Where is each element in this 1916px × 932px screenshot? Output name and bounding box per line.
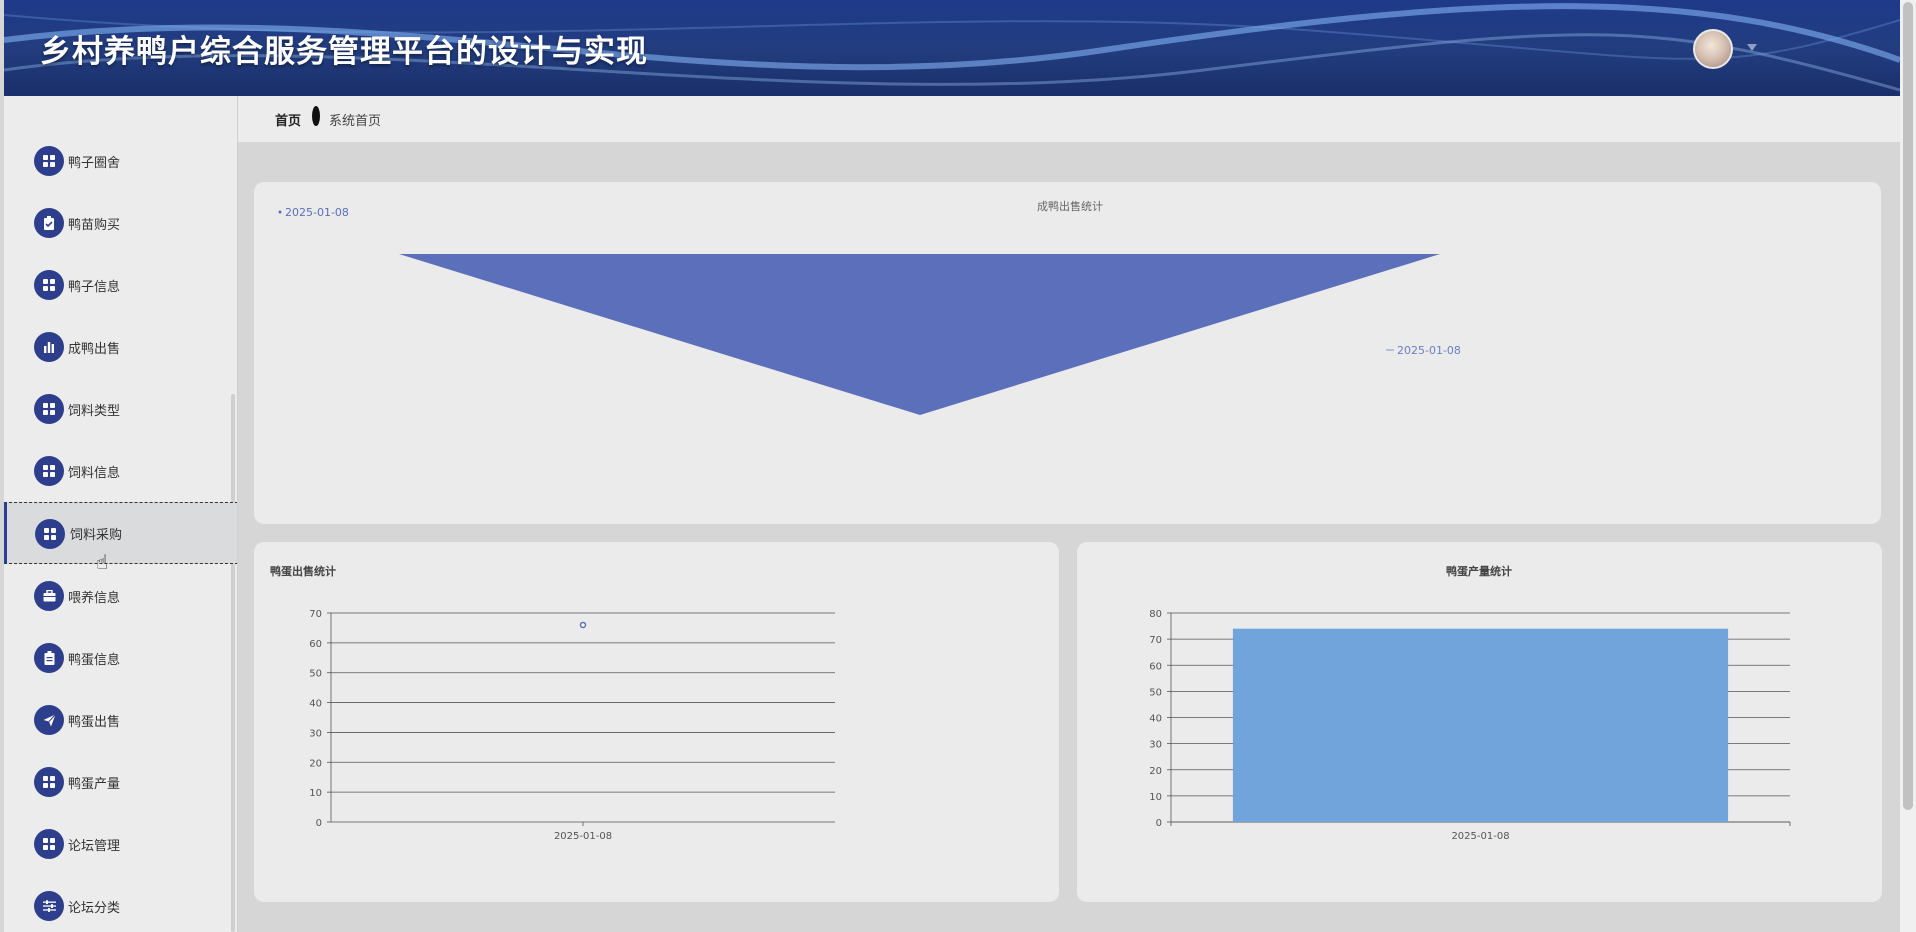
y-tick-label: 40 bbox=[1149, 714, 1162, 725]
y-tick-label: 70 bbox=[309, 609, 322, 620]
user-avatar[interactable] bbox=[1693, 29, 1733, 69]
grid-icon bbox=[34, 829, 64, 859]
sidebar-item-duck-info[interactable]: 鸭子信息 bbox=[4, 254, 237, 316]
grid-icon bbox=[34, 146, 64, 176]
grid-icon bbox=[35, 519, 65, 549]
grid-icon bbox=[34, 394, 64, 424]
breadcrumb-home[interactable]: 首页 bbox=[275, 110, 301, 129]
sidebar-item-forum-management[interactable]: 论坛管理 bbox=[4, 813, 237, 875]
y-tick-label: 30 bbox=[1149, 740, 1162, 751]
y-tick-label: 60 bbox=[309, 639, 322, 650]
grid-icon bbox=[34, 456, 64, 486]
sidebar-item-label: 喂养信息 bbox=[68, 591, 121, 606]
sidebar-item-feeding-info[interactable]: 喂养信息 bbox=[4, 565, 237, 627]
sidebar-item-duck-pen[interactable]: 鸭子圈舍 bbox=[4, 130, 237, 192]
sidebar-item-egg-output[interactable]: 鸭蛋产量 bbox=[4, 751, 237, 813]
y-tick-label: 70 bbox=[1149, 635, 1162, 646]
egg-output-chart-panel: 鸭蛋产量统计 0 10 20 30 40 50 60 70 80 2025-01-08 bbox=[1077, 542, 1882, 902]
sidebar-item-label: 饲料类型 bbox=[68, 404, 121, 419]
sidebar-item-egg-sale[interactable]: 鸭蛋出售 bbox=[4, 689, 237, 751]
x-tick-label: 2025-01-08 bbox=[1451, 831, 1509, 842]
sidebar-item-label: 饲料采购 bbox=[70, 528, 123, 543]
funnel-chart-panel: 成鸭出售统计 2025-01-08 2025-01-08 bbox=[254, 182, 1881, 524]
sidebar-item-label: 鸭蛋信息 bbox=[68, 653, 121, 668]
chart-title: 鸭蛋产量统计 bbox=[1446, 564, 1512, 578]
sidebar: 鸭子圈舍 鸭苗购买 鸭子信息 成鸭出售 饲料类型 饲料信息 饲料采购 喂养信息 … bbox=[4, 96, 238, 932]
y-tick-label: 0 bbox=[1156, 818, 1162, 829]
app-header: 乡村养鸭户综合服务管理平台的设计与实现 bbox=[4, 0, 1900, 96]
y-tick-label: 0 bbox=[316, 818, 322, 829]
y-tick-label: 40 bbox=[309, 699, 322, 710]
breadcrumb-separator-icon bbox=[312, 106, 320, 126]
sidebar-item-adult-duck-sale[interactable]: 成鸭出售 bbox=[4, 316, 237, 378]
chart-title: 成鸭出售统计 bbox=[1037, 199, 1103, 213]
clipboard-icon bbox=[34, 643, 64, 673]
y-tick-label: 50 bbox=[1149, 687, 1162, 698]
sidebar-item-label: 鸭蛋产量 bbox=[68, 777, 121, 792]
egg-sale-line-chart: 鸭蛋出售统计 0 10 20 30 40 50 60 70 2025-01-08 bbox=[270, 564, 835, 842]
egg-output-bar-chart: 鸭蛋产量统计 0 10 20 30 40 50 60 70 80 2025-01-08 bbox=[1149, 564, 1791, 842]
sidebar-item-feed-purchase[interactable]: 饲料采购 bbox=[4, 502, 237, 564]
clipboard-check-icon bbox=[34, 208, 64, 238]
bar-chart-icon bbox=[34, 332, 64, 362]
y-tick-label: 50 bbox=[309, 669, 322, 680]
sidebar-item-feed-info[interactable]: 饲料信息 bbox=[4, 440, 237, 502]
sliders-icon bbox=[34, 891, 64, 921]
x-tick-label: 2025-01-08 bbox=[554, 831, 612, 842]
sidebar-item-label: 成鸭出售 bbox=[68, 342, 121, 357]
y-tick-label: 20 bbox=[1149, 766, 1162, 777]
sidebar-item-label: 饲料信息 bbox=[68, 466, 121, 481]
breadcrumb: 首页 系统首页 bbox=[238, 96, 1900, 142]
funnel-slice[interactable] bbox=[399, 254, 1440, 415]
y-tick-label: 20 bbox=[309, 758, 322, 769]
sidebar-item-label: 论坛分类 bbox=[68, 901, 121, 916]
legend-marker bbox=[278, 210, 282, 214]
egg-sale-chart-panel: 鸭蛋出售统计 0 10 20 30 40 50 60 70 2025-01-08 bbox=[254, 542, 1059, 902]
sidebar-item-label: 鸭子圈舍 bbox=[68, 156, 121, 171]
legend-item[interactable]: 2025-01-08 bbox=[285, 206, 349, 219]
y-tick-label: 30 bbox=[309, 728, 322, 739]
grid-icon bbox=[34, 270, 64, 300]
grid-icon bbox=[34, 767, 64, 797]
line-point[interactable] bbox=[579, 621, 587, 629]
app-title: 乡村养鸭户综合服务管理平台的设计与实现 bbox=[40, 34, 648, 70]
page-scrollbar-thumb[interactable] bbox=[1903, 2, 1913, 810]
sidebar-item-forum-category[interactable]: 论坛分类 bbox=[4, 875, 237, 932]
chart-title: 鸭蛋出售统计 bbox=[270, 564, 336, 578]
funnel-chart: 成鸭出售统计 2025-01-08 2025-01-08 bbox=[278, 199, 1461, 415]
bar[interactable] bbox=[1232, 628, 1729, 822]
page-scrollbar[interactable] bbox=[1900, 0, 1916, 932]
sidebar-item-label: 鸭蛋出售 bbox=[68, 715, 121, 730]
sidebar-item-egg-info[interactable]: 鸭蛋信息 bbox=[4, 627, 237, 689]
sidebar-item-label: 鸭苗购买 bbox=[68, 218, 121, 233]
breadcrumb-current: 系统首页 bbox=[329, 114, 382, 129]
y-tick-label: 60 bbox=[1149, 661, 1162, 672]
briefcase-icon bbox=[34, 581, 64, 611]
hand-cursor-icon: ☝ bbox=[96, 550, 109, 574]
y-tick-label: 10 bbox=[1149, 792, 1162, 803]
y-tick-label: 10 bbox=[309, 788, 322, 799]
y-tick-label: 80 bbox=[1149, 609, 1162, 620]
sidebar-item-label: 论坛管理 bbox=[68, 839, 121, 854]
sidebar-item-duckling-purchase[interactable]: 鸭苗购买 bbox=[4, 192, 237, 254]
sidebar-item-label: 鸭子信息 bbox=[68, 280, 121, 295]
funnel-label: 2025-01-08 bbox=[1397, 344, 1461, 357]
sidebar-item-feed-type[interactable]: 饲料类型 bbox=[4, 378, 237, 440]
caret-down-icon[interactable] bbox=[1747, 44, 1757, 51]
send-icon bbox=[34, 705, 64, 735]
